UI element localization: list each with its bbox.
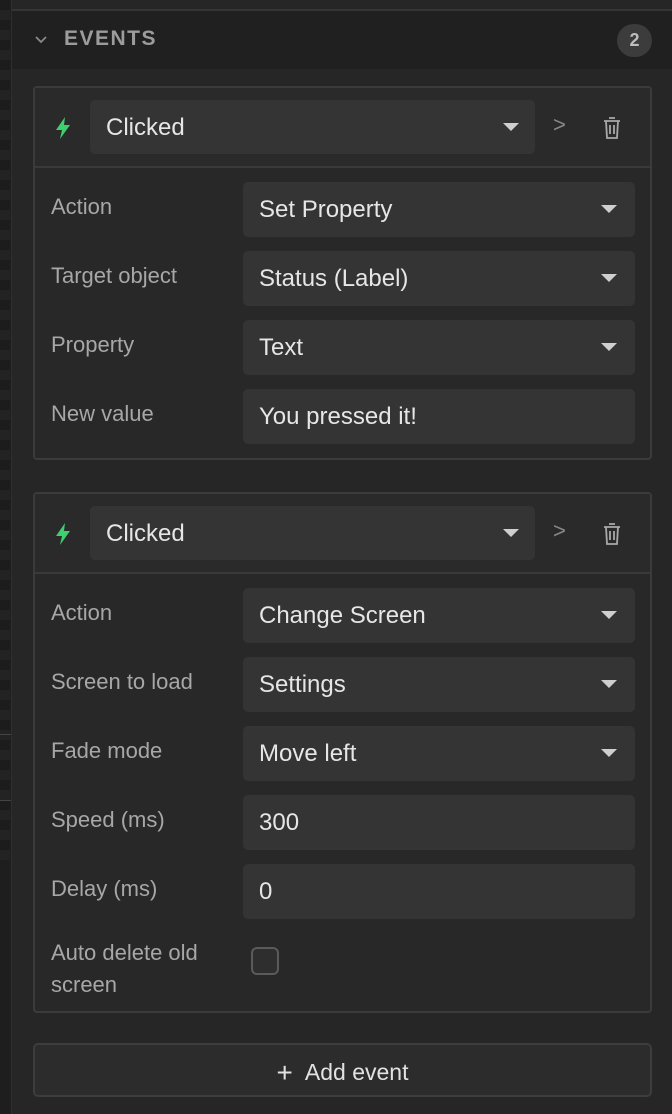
row-target-object: Target object Status (Label) [35, 245, 650, 314]
trigger-value: Clicked [106, 520, 185, 547]
select-value: Change Screen [259, 602, 426, 629]
input-value: 0 [259, 878, 273, 905]
left-gutter [0, 0, 12, 1114]
input-value: 300 [259, 809, 300, 836]
row-auto-delete: Auto delete old screen [35, 927, 650, 1003]
caret-down-icon [601, 205, 617, 213]
delay-input[interactable]: 0 [243, 864, 635, 919]
add-event-label: Add event [304, 1059, 409, 1085]
row-action: Action Change Screen [35, 582, 650, 651]
row-fade-mode: Fade mode Move left [35, 720, 650, 789]
lightning-bolt-icon [56, 117, 70, 139]
chevron-right-icon[interactable]: > [553, 112, 566, 138]
events-section-header[interactable]: EVENTS 2 [12, 11, 672, 69]
field-label: Action [51, 194, 113, 219]
field-label: Target object [51, 263, 177, 288]
gutter-stripes [0, 0, 10, 860]
event-card: Clicked > Action Set Property Target obj… [33, 86, 652, 460]
input-value: You pressed it! [259, 403, 417, 430]
row-delay: Delay (ms) 0 [35, 858, 650, 927]
caret-down-icon [601, 274, 617, 282]
target-object-select[interactable]: Status (Label) [243, 251, 635, 306]
caret-down-icon [601, 343, 617, 351]
trash-icon[interactable] [602, 116, 622, 140]
field-label: Auto delete old screen [51, 937, 198, 1001]
label-line: Auto delete old [51, 940, 198, 965]
field-label: Property [51, 332, 135, 357]
select-value: Move left [259, 740, 357, 767]
auto-delete-checkbox[interactable] [251, 947, 279, 975]
field-label: Screen to load [51, 669, 193, 694]
gutter-divider [0, 734, 11, 735]
new-value-input[interactable]: You pressed it! [243, 389, 635, 444]
plus-icon: + [276, 1057, 293, 1088]
action-select[interactable]: Change Screen [243, 588, 635, 643]
screen-to-load-select[interactable]: Settings [243, 657, 635, 712]
caret-down-icon [601, 680, 617, 688]
speed-input[interactable]: 300 [243, 795, 635, 850]
event-card-header: Clicked > [35, 88, 650, 168]
gutter-divider [0, 800, 11, 801]
select-value: Settings [259, 671, 346, 698]
trigger-select[interactable]: Clicked [90, 100, 535, 154]
select-value: Status (Label) [259, 265, 409, 292]
lightning-bolt-icon [56, 523, 70, 545]
row-action: Action Set Property [35, 176, 650, 245]
field-label: New value [51, 401, 154, 426]
add-event-button[interactable]: + Add event [33, 1043, 652, 1097]
row-new-value: New value You pressed it! [35, 383, 650, 452]
label-line: screen [51, 972, 118, 997]
row-speed: Speed (ms) 300 [35, 789, 650, 858]
caret-down-icon [601, 749, 617, 757]
row-property: Property Text [35, 314, 650, 383]
event-card: Clicked > Action Change Screen Screen to… [33, 492, 652, 1013]
select-value: Text [259, 334, 304, 361]
trigger-value: Clicked [106, 114, 185, 141]
fade-mode-select[interactable]: Move left [243, 726, 635, 781]
select-value: Set Property [259, 196, 393, 223]
caret-down-icon [601, 611, 617, 619]
field-label: Fade mode [51, 738, 163, 763]
row-screen-to-load: Screen to load Settings [35, 651, 650, 720]
section-title: EVENTS [64, 27, 158, 50]
event-card-header: Clicked > [35, 494, 650, 574]
event-count-badge: 2 [617, 24, 652, 57]
chevron-right-icon[interactable]: > [553, 518, 566, 544]
field-label: Speed (ms) [51, 807, 165, 832]
caret-down-icon [503, 529, 519, 537]
caret-down-icon [503, 123, 519, 131]
add-event-content: + Add event [35, 1057, 650, 1089]
action-select[interactable]: Set Property [243, 182, 635, 237]
events-panel: EVENTS 2 Clicked > Action Set Property T… [12, 0, 672, 1114]
trigger-select[interactable]: Clicked [90, 506, 535, 560]
property-select[interactable]: Text [243, 320, 635, 375]
field-label: Action [51, 600, 113, 625]
chevron-down-icon[interactable] [34, 33, 48, 47]
trash-icon[interactable] [602, 522, 622, 546]
field-label: Delay (ms) [51, 876, 158, 901]
